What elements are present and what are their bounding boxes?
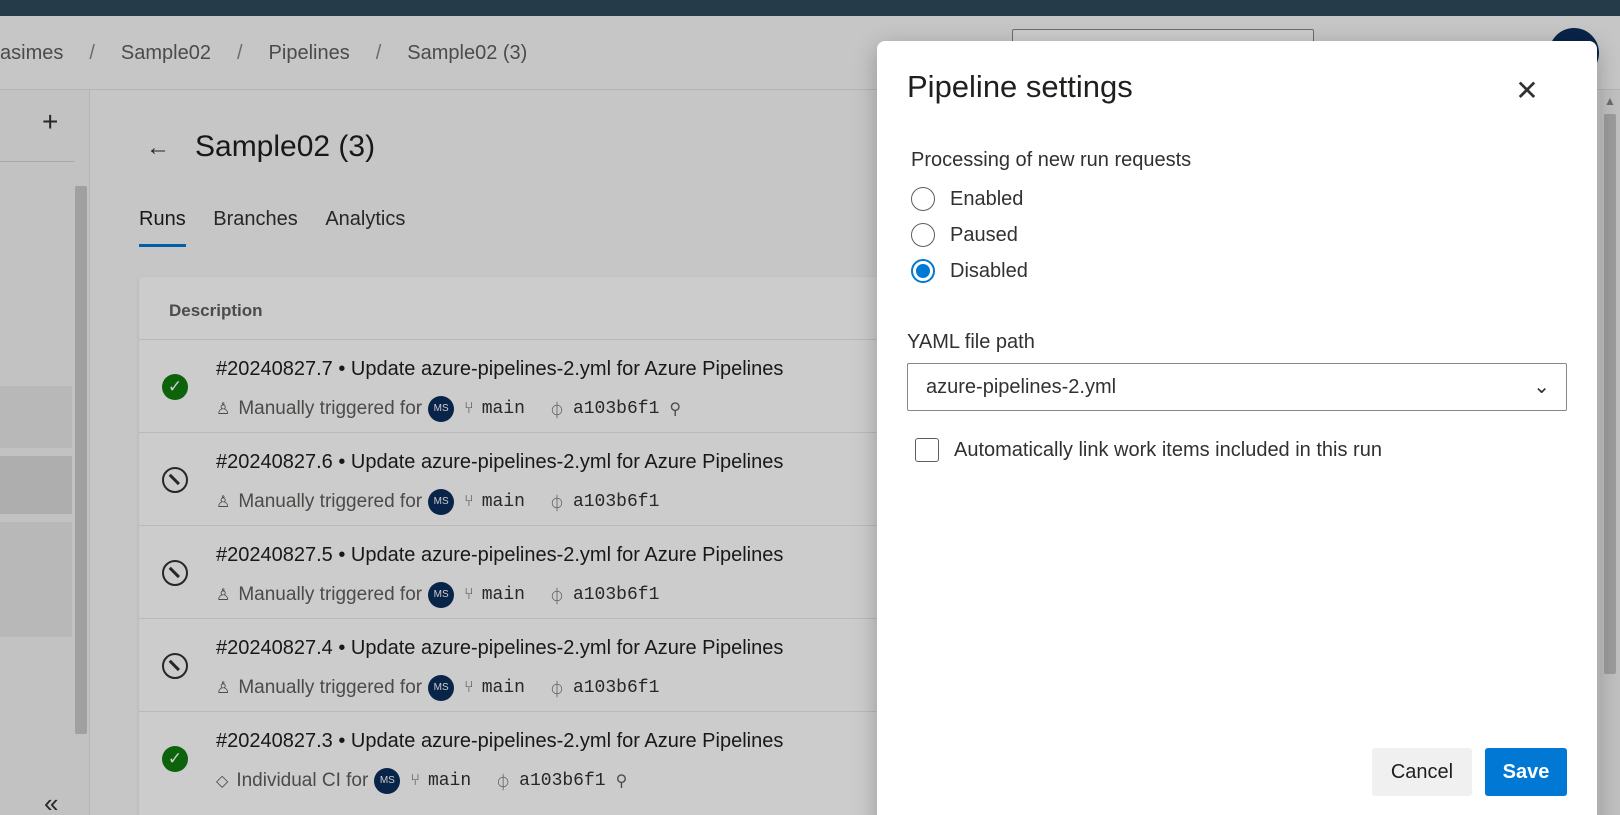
radio-circle-checked[interactable]: [911, 259, 935, 283]
radio-label[interactable]: Disabled: [950, 260, 1028, 283]
radio-label[interactable]: Paused: [950, 224, 1018, 247]
yaml-path-dropdown[interactable]: azure-pipelines-2.yml ⌄: [907, 363, 1567, 411]
yaml-path-label: YAML file path: [907, 331, 1035, 353]
checkbox-box[interactable]: [915, 438, 939, 462]
processing-label: Processing of new run requests: [911, 149, 1192, 171]
autolink-checkbox[interactable]: Automatically link work items included i…: [915, 438, 1382, 462]
close-icon[interactable]: ✕: [1513, 77, 1541, 105]
yaml-path-value[interactable]: azure-pipelines-2.yml: [926, 376, 1116, 399]
chevron-down-icon[interactable]: ⌄: [1533, 374, 1550, 399]
radio-enabled[interactable]: Enabled: [911, 187, 1023, 211]
checkbox-label[interactable]: Automatically link work items included i…: [954, 439, 1382, 462]
radio-paused[interactable]: Paused: [911, 223, 1018, 247]
radio-circle[interactable]: [911, 223, 935, 247]
radio-label[interactable]: Enabled: [950, 188, 1023, 211]
radio-disabled[interactable]: Disabled: [911, 259, 1028, 283]
pipeline-settings-dialog: Pipeline settings ✕ Processing of new ru…: [877, 41, 1597, 815]
radio-circle[interactable]: [911, 187, 935, 211]
save-button[interactable]: Save: [1485, 748, 1567, 796]
cancel-button[interactable]: Cancel: [1372, 748, 1472, 796]
dialog-title: Pipeline settings: [907, 69, 1133, 104]
